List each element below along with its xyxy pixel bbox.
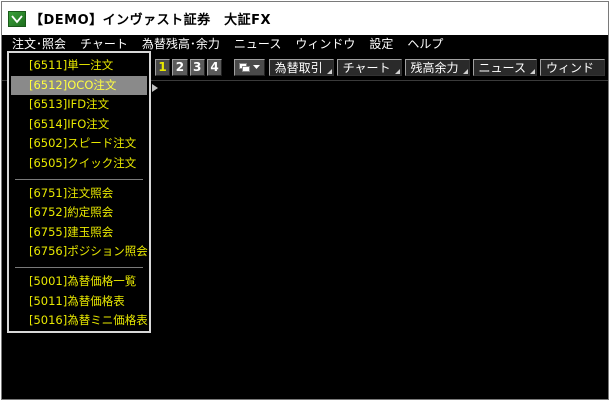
chevron-down-icon xyxy=(252,64,260,69)
window-layout-dropdown[interactable] xyxy=(234,58,265,76)
corner-marker-icon xyxy=(326,68,332,74)
title-bar[interactable]: 【DEMO】インヴァスト証券 大証FX xyxy=(2,2,608,35)
workspace-4-button[interactable]: 4 xyxy=(206,58,223,76)
menu-item-single-order[interactable]: [6511]単一注文 xyxy=(11,56,147,76)
corner-marker-icon xyxy=(394,68,400,74)
balance-button[interactable]: 残高余力 xyxy=(404,58,470,76)
news-button[interactable]: ニュース xyxy=(472,58,537,76)
chart-button[interactable]: チャート xyxy=(336,58,402,76)
menu-separator xyxy=(15,266,143,268)
menu-help[interactable]: ヘルプ xyxy=(400,35,450,54)
window-label: ウィンド xyxy=(545,60,594,75)
menu-window[interactable]: ウィンドウ xyxy=(288,35,362,54)
corner-marker-icon xyxy=(529,68,535,74)
menu-item-fx-price-list[interactable]: [5001]為替価格一覧 xyxy=(11,272,147,292)
corner-marker-icon xyxy=(462,68,468,74)
menu-item-oco-order[interactable]: [6512]OCO注文 xyxy=(11,75,147,96)
menu-news[interactable]: ニュース xyxy=(227,35,288,54)
window-title: 【DEMO】インヴァスト証券 大証FX xyxy=(30,13,272,28)
fx-trade-label: 為替取引 xyxy=(274,60,323,75)
menu-settings[interactable]: 設定 xyxy=(362,35,400,54)
menu-item-order-inquiry[interactable]: [6751]注文照会 xyxy=(11,184,147,204)
fx-trade-button[interactable]: 為替取引 xyxy=(268,58,334,76)
news-label: ニュース xyxy=(478,60,526,75)
menu-item-execution-inquiry[interactable]: [6752]約定照会 xyxy=(11,203,147,223)
balance-label: 残高余力 xyxy=(410,60,459,75)
menu-item-ifd-order[interactable]: [6513]IFD注文 xyxy=(11,95,147,115)
menu-item-position-inquiry[interactable]: [6756]ポジション照会 xyxy=(11,242,148,262)
window-button[interactable]: ウィンド xyxy=(539,58,605,76)
arrow-right-icon[interactable] xyxy=(152,84,158,92)
workspace-3-button[interactable]: 3 xyxy=(189,58,205,76)
app-logo-icon xyxy=(8,10,26,27)
menu-item-quick-order[interactable]: [6505]クイック注文 xyxy=(11,154,147,174)
chart-label: チャート xyxy=(342,60,391,75)
menu-item-open-interest-inquiry[interactable]: [6755]建玉照会 xyxy=(11,223,147,243)
workspace-1-button[interactable]: 1 xyxy=(154,58,171,76)
menu-item-speed-order[interactable]: [6502]スピード注文 xyxy=(11,134,147,154)
menu-item-ifo-order[interactable]: [6514]IFO注文 xyxy=(11,115,147,135)
menu-item-fx-price-table[interactable]: [5011]為替価格表 xyxy=(11,292,147,312)
windows-icon xyxy=(238,62,250,72)
menu-separator xyxy=(15,178,143,180)
order-inquiry-dropdown: [6511]単一注文 [6512]OCO注文 [6513]IFD注文 [6514… xyxy=(7,51,151,333)
menu-item-fx-mini-price-table[interactable]: [5016]為替ミニ価格表 xyxy=(11,311,148,331)
workspace-2-button[interactable]: 2 xyxy=(172,58,188,76)
